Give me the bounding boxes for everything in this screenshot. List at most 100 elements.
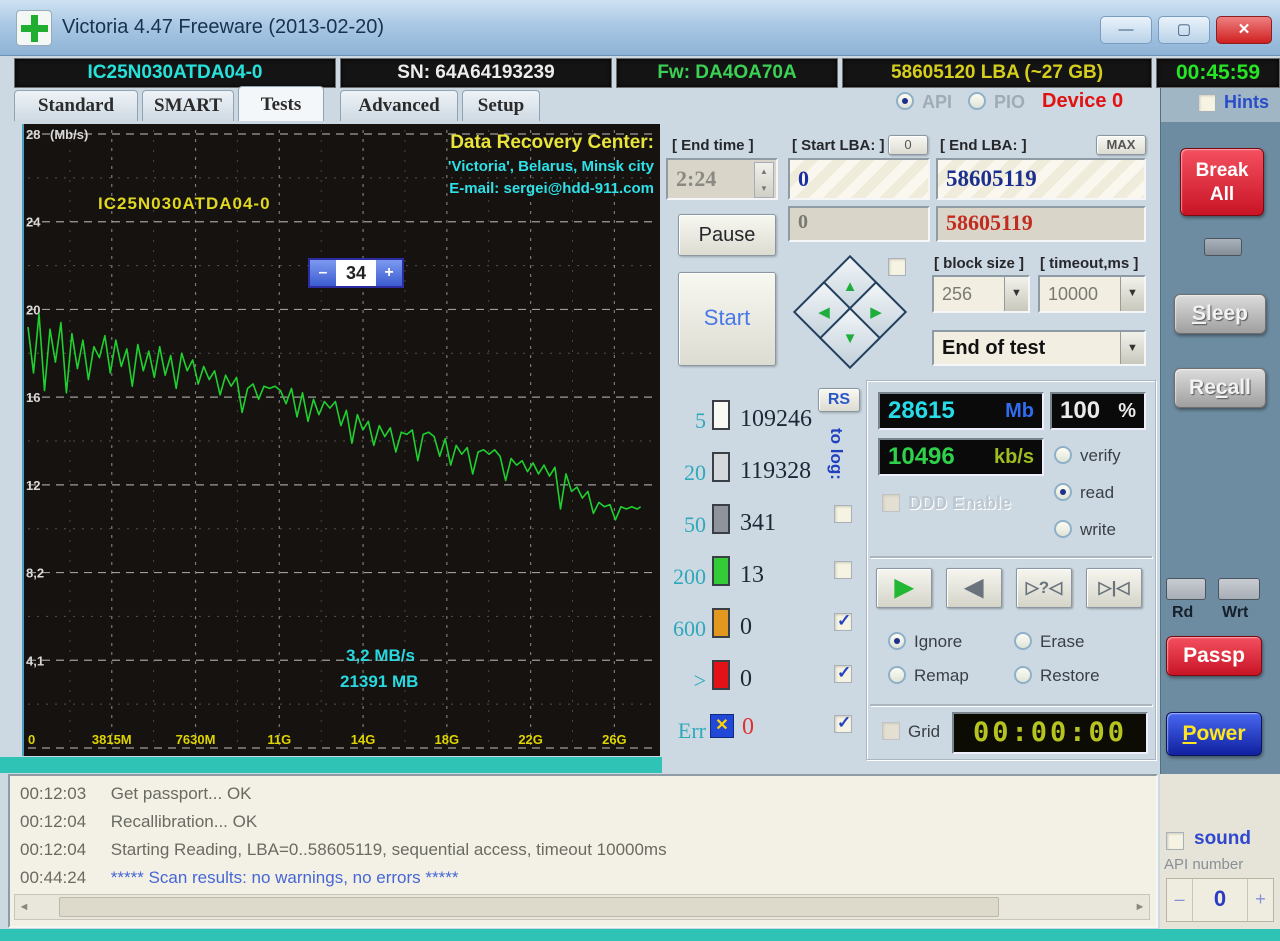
percent-display: 100 % bbox=[1050, 392, 1146, 430]
play-back-button[interactable]: ◀ bbox=[946, 568, 1002, 608]
stat-count: 0 bbox=[740, 666, 752, 692]
current-speed-overlay: 3,2 MB/s bbox=[346, 646, 415, 665]
to-log-checkbox-gt[interactable] bbox=[834, 663, 852, 683]
remap-radio[interactable] bbox=[888, 666, 906, 684]
close-button[interactable]: ✕ bbox=[1216, 16, 1272, 44]
recall-button[interactable]: Recall bbox=[1174, 368, 1266, 408]
restore-radio[interactable] bbox=[1014, 666, 1032, 684]
play-forward-button[interactable]: ▶ bbox=[876, 568, 932, 608]
verify-radio-label: verify bbox=[1080, 446, 1121, 465]
svg-text:16: 16 bbox=[26, 390, 40, 405]
end-time-spinner-icon[interactable]: ▲ ▼ bbox=[754, 162, 774, 198]
write-radio[interactable] bbox=[1054, 520, 1072, 538]
device-indicator: Device 0 bbox=[1042, 90, 1124, 112]
log-time: 00:12:04 bbox=[20, 840, 87, 859]
end-time-field[interactable]: 2:24 ▲ ▼ bbox=[666, 158, 778, 200]
tab-smart[interactable]: SMART bbox=[142, 90, 234, 121]
end-lba-field[interactable]: 58605119 bbox=[936, 158, 1146, 200]
stat-block-icon bbox=[712, 400, 730, 430]
log-line: 00:12:03 Get passport... OK bbox=[20, 784, 252, 804]
svg-text:28: 28 bbox=[26, 127, 40, 142]
verify-radio[interactable] bbox=[1054, 446, 1072, 464]
pause-button[interactable]: Pause bbox=[678, 214, 776, 256]
start-lba-zero-button[interactable]: 0 bbox=[888, 135, 928, 155]
timeout-dropdown-arrow-icon[interactable]: ▼ bbox=[1120, 277, 1144, 311]
log-panel[interactable]: 00:12:03 Get passport... OK 00:12:04 Rec… bbox=[8, 774, 1158, 928]
tab-standard[interactable]: Standard bbox=[14, 90, 138, 121]
percent-value: 100 bbox=[1060, 397, 1101, 424]
speed-value: 10496 bbox=[888, 443, 955, 470]
ignore-radio-label: Ignore bbox=[914, 632, 963, 651]
sound-checkbox[interactable] bbox=[1166, 832, 1184, 850]
stat-label: 20 bbox=[684, 460, 706, 485]
tab-advanced[interactable]: Advanced bbox=[340, 90, 458, 121]
scale-plus-button[interactable]: + bbox=[376, 260, 402, 286]
grid-checkbox[interactable] bbox=[882, 722, 900, 740]
to-log-checkbox-600[interactable] bbox=[834, 611, 852, 631]
ddd-enable-label: DDD Enable bbox=[908, 493, 1012, 513]
timeout-dropdown[interactable]: 10000 ▼ bbox=[1038, 275, 1146, 313]
read-radio[interactable] bbox=[1054, 483, 1072, 501]
sleep-label-post: leep bbox=[1205, 302, 1249, 325]
start-button[interactable]: Start bbox=[678, 272, 776, 366]
victoria-window: Victoria 4.47 Freeware (2013-02-20) — ▢ … bbox=[0, 0, 1280, 941]
stat-count-err: 0 bbox=[742, 714, 754, 740]
minimize-button[interactable]: — bbox=[1100, 16, 1152, 44]
power-label-key: P bbox=[1182, 722, 1197, 745]
remap-radio-label: Remap bbox=[914, 666, 969, 685]
start-lba-field[interactable]: 0 bbox=[788, 158, 930, 200]
erase-radio[interactable] bbox=[1014, 632, 1032, 650]
grid-checkbox-label: Grid bbox=[908, 722, 941, 741]
to-log-checkbox-err[interactable] bbox=[834, 713, 852, 733]
after-action-value: End of test bbox=[942, 336, 1046, 359]
scroll-left-arrow-icon[interactable]: ◄ bbox=[15, 901, 33, 913]
svg-text:8,2: 8,2 bbox=[26, 566, 44, 581]
groupbox-divider bbox=[870, 556, 1152, 558]
ddd-enable-checkbox bbox=[882, 494, 900, 512]
drive-serial: SN: 64A64193239 bbox=[340, 58, 612, 88]
speed-graph-svg: 28242016128,24,1(Mb/s)0 3815M 7630M 11G 14G 1… bbox=[26, 127, 656, 749]
api-minus-button[interactable]: – bbox=[1167, 879, 1193, 921]
maximize-button[interactable]: ▢ bbox=[1158, 16, 1210, 44]
max-lba-button[interactable]: MAX bbox=[1096, 135, 1146, 155]
scroll-right-arrow-icon[interactable]: ► bbox=[1131, 901, 1149, 913]
stat-block-icon bbox=[712, 452, 730, 482]
pio-radio[interactable] bbox=[968, 92, 986, 110]
stat-label: 50 bbox=[684, 512, 706, 537]
rs-button[interactable]: RS bbox=[818, 388, 860, 412]
api-plus-button[interactable]: + bbox=[1247, 879, 1273, 921]
seek-end-button[interactable]: ▷|◁ bbox=[1086, 568, 1142, 608]
wrt-indicator-label: Wrt bbox=[1222, 604, 1249, 621]
break-all-button[interactable]: Break All bbox=[1180, 148, 1264, 216]
tab-tests[interactable]: Tests bbox=[238, 86, 324, 121]
block-size-dropdown[interactable]: 256 ▼ bbox=[932, 275, 1030, 313]
svg-text:26G: 26G bbox=[602, 732, 627, 747]
write-activity-indicator bbox=[1218, 578, 1260, 600]
after-action-dropdown[interactable]: End of test ▼ bbox=[932, 330, 1146, 366]
log-line: 00:44:24 ***** Scan results: no warnings… bbox=[20, 868, 458, 888]
api-radio-label: API bbox=[922, 92, 953, 112]
seek-question-button[interactable]: ▷?◁ bbox=[1016, 568, 1072, 608]
scale-minus-button[interactable]: – bbox=[310, 260, 336, 286]
title-bar[interactable]: Victoria 4.47 Freeware (2013-02-20) — ▢ … bbox=[0, 0, 1280, 56]
log-horizontal-scrollbar[interactable]: ◄ ► bbox=[14, 894, 1150, 920]
sleep-button[interactable]: Sleep bbox=[1174, 294, 1266, 334]
stat-count: 119328 bbox=[740, 458, 812, 484]
graph-grid bbox=[28, 130, 656, 749]
ignore-radio[interactable] bbox=[888, 632, 906, 650]
seek-option-checkbox[interactable] bbox=[888, 258, 906, 276]
start-lba-label: [ Start LBA: ] bbox=[792, 137, 885, 154]
to-log-checkbox-50[interactable] bbox=[834, 505, 852, 523]
drive-model: IC25N030ATDA04-0 bbox=[14, 58, 336, 88]
hints-checkbox[interactable] bbox=[1198, 94, 1216, 112]
passp-button[interactable]: Passp bbox=[1166, 636, 1262, 676]
api-radio[interactable] bbox=[896, 92, 914, 110]
power-button[interactable]: Power bbox=[1166, 712, 1262, 756]
erase-radio-label: Erase bbox=[1040, 632, 1085, 651]
stat-count: 341 bbox=[740, 510, 776, 536]
after-action-dropdown-arrow-icon[interactable]: ▼ bbox=[1120, 332, 1144, 364]
scrollbar-thumb[interactable] bbox=[59, 897, 999, 917]
tab-setup[interactable]: Setup bbox=[462, 90, 540, 121]
block-size-dropdown-arrow-icon[interactable]: ▼ bbox=[1004, 277, 1028, 311]
to-log-checkbox-200[interactable] bbox=[834, 561, 852, 579]
